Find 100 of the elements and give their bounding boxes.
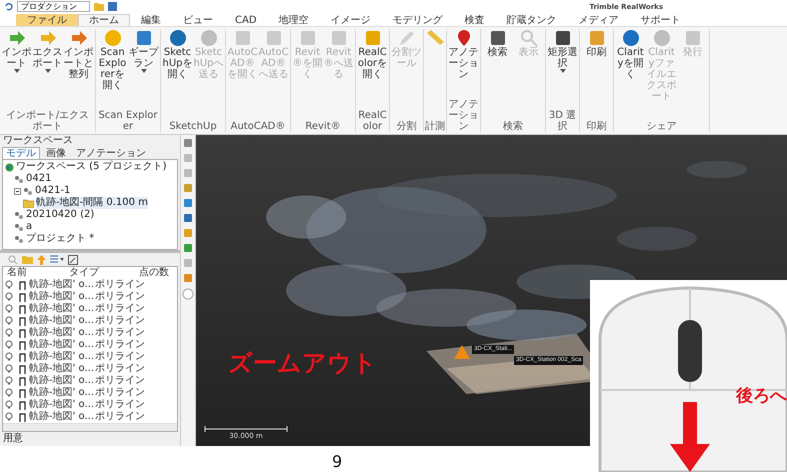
tree-item[interactable]: 軌跡-地図-間隔 0.100 m [36, 197, 148, 209]
ribbon-button[interactable]: インポートと整列 [63, 29, 94, 110]
arrow-icon [8, 29, 26, 47]
panel-tab[interactable]: モデル [2, 147, 40, 159]
ribbon-button[interactable]: Clarityを開く [615, 29, 646, 121]
panel-tab[interactable]: 画像 [42, 147, 70, 159]
square-icon [554, 29, 572, 47]
group-label: SketchUp [168, 121, 218, 132]
bulb-icon[interactable] [5, 304, 13, 314]
scrollbar[interactable] [3, 423, 177, 431]
column-header[interactable]: 点の数 [135, 267, 177, 279]
bulb-icon[interactable] [5, 388, 13, 398]
ribbon-tab[interactable]: 地理空 [268, 14, 320, 26]
square-icon [588, 29, 606, 47]
square-icon [264, 29, 282, 47]
ribbon-button[interactable]: アノテーション [448, 29, 479, 99]
bulb-icon[interactable] [5, 280, 13, 290]
list-icon[interactable] [50, 255, 64, 264]
square-icon [684, 29, 702, 47]
ribbon-tab[interactable]: 貯蔵タンク [496, 14, 568, 26]
ribbon-tab[interactable]: メディア [568, 14, 630, 26]
group-label: AutoCAD® [230, 121, 286, 132]
ribbon-tab[interactable]: 編集 [130, 14, 172, 26]
ribbon-button[interactable]: RealColorを開く [357, 29, 388, 110]
ribbon-button[interactable]: エクスポート [32, 29, 63, 110]
ribbon-tab[interactable]: サポート [630, 14, 692, 26]
annotation-text: ズームアウト [228, 348, 377, 379]
group-label: Revit® [304, 121, 342, 132]
bulb-icon[interactable] [5, 292, 13, 302]
pencil-icon [398, 29, 416, 47]
tree-item[interactable]: 0421-1 [35, 185, 70, 197]
table-cell-text: 軌跡-地図' o... [29, 291, 95, 302]
ribbon-tab[interactable]: CAD [224, 14, 268, 26]
profile-dropdown[interactable]: プロダクション [17, 1, 90, 12]
ribbon-button[interactable]: 印刷 [581, 29, 612, 121]
arrow-icon [38, 29, 56, 47]
table-cell: 軌跡-地図' o... [29, 411, 95, 423]
ribbon-tab[interactable]: ホーム [78, 14, 130, 26]
table-cell-text: 軌跡-地図' o... [29, 339, 95, 350]
tree-item[interactable]: 20210420 (2) [26, 209, 94, 221]
ribbon-tab[interactable]: ビュー [172, 14, 224, 26]
table-cell-text: ポリライン [95, 375, 146, 387]
undo-icon[interactable] [4, 2, 13, 11]
group-label: 印刷 [586, 121, 608, 132]
table-cell-text: 軌跡-地図' o... [29, 375, 95, 386]
bulb-icon[interactable] [5, 316, 13, 326]
group-label: 分割 [396, 121, 418, 132]
square-icon [298, 29, 316, 47]
tree-item[interactable]: ワークスペース (5 プロジェクト) [16, 161, 167, 173]
hint-text: 後ろへ [736, 385, 787, 407]
group-label: シェア [646, 121, 678, 132]
ribbon-button[interactable]: 矩形選択 [547, 29, 578, 110]
window-icon[interactable] [68, 254, 78, 265]
square-icon [364, 29, 382, 47]
table-cell-text: ポリライン [95, 351, 146, 363]
group-label: 計測 [425, 121, 445, 132]
square-icon [234, 29, 252, 47]
bulb-icon[interactable] [5, 364, 13, 374]
table-cell-text: ポリライン [95, 291, 146, 303]
bulb-icon[interactable] [5, 376, 13, 386]
square-icon [134, 29, 152, 47]
ribbon-button[interactable]: SketchUpを開く [162, 29, 193, 121]
ribbon-button[interactable]: ギープラン [128, 29, 159, 110]
ribbon-tab[interactable]: 検査 [454, 14, 496, 26]
table-cell-text: ポリライン [95, 363, 146, 375]
table-cell-text: 軌跡-地図' o... [29, 303, 95, 314]
collapse-icon[interactable] [14, 188, 21, 194]
bulb-icon[interactable] [5, 340, 13, 350]
tree-item[interactable]: 0421 [26, 173, 52, 185]
table-cell-text: ポリライン [95, 411, 146, 423]
ribbon-tab[interactable]: イメージ [320, 14, 382, 26]
ribbon-button[interactable]: 検索 [482, 29, 513, 121]
status-text: 用意 [2, 432, 24, 446]
column-header[interactable]: 名前 [3, 267, 65, 279]
ribbon-tab[interactable]: モデリング [382, 14, 454, 26]
group-label: アノテーション [448, 99, 479, 132]
bulb-icon[interactable] [5, 352, 13, 362]
table-cell-text: ポリライン [95, 315, 146, 327]
tree-item[interactable]: プロジェクト * [26, 233, 94, 245]
bulb-icon[interactable] [5, 328, 13, 338]
disc-icon [622, 29, 640, 47]
bulb-icon[interactable] [5, 412, 13, 422]
panel-title: ワークスペース [2, 135, 74, 147]
warning-icon[interactable] [454, 345, 470, 359]
panel-tab[interactable]: アノテーション [72, 147, 150, 159]
bulb-icon[interactable] [5, 400, 13, 410]
ribbon-button[interactable]: Scan Explorerを開く [97, 29, 128, 110]
table-cell-text: 軌跡-地図' o... [29, 279, 95, 290]
disc-icon [200, 29, 218, 47]
column-header[interactable]: タイプ [65, 267, 135, 279]
group-label: Scan Explorer [97, 110, 159, 132]
ribbon-button[interactable]: インポート [1, 29, 32, 110]
project-icon [14, 222, 24, 232]
search-icon [520, 29, 538, 47]
ribbon-tab[interactable]: ファイル [16, 14, 78, 26]
arrow-icon [70, 29, 88, 47]
table-cell-text: ポリライン [95, 399, 146, 411]
square-icon [330, 29, 348, 47]
project-icon [14, 174, 24, 184]
tree-item[interactable]: a [26, 221, 32, 233]
